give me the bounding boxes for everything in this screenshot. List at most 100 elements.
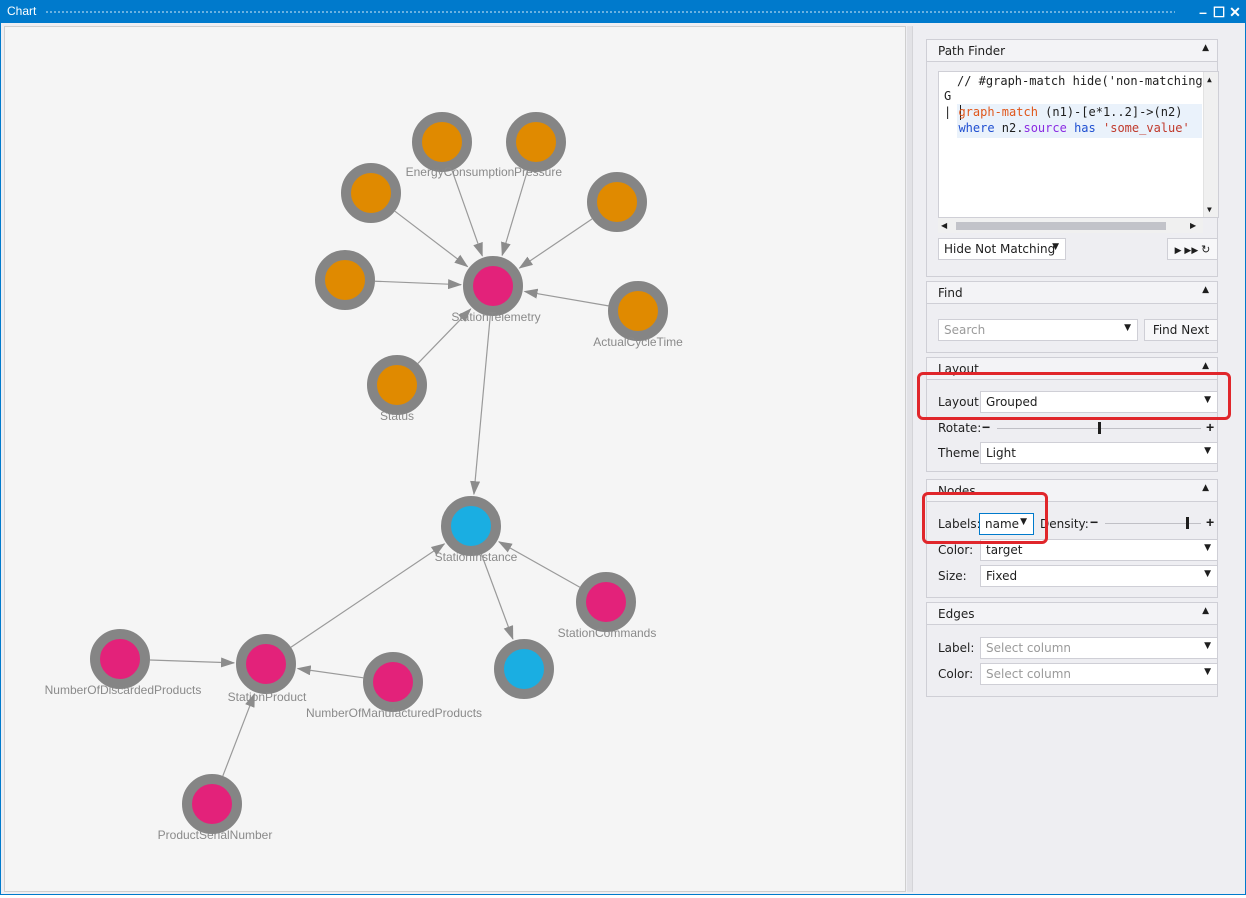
scroll-left-icon[interactable]: ◀ (941, 221, 947, 230)
horizontal-scrollbar[interactable]: ◀ ▶ (938, 218, 1203, 233)
scroll-right-icon[interactable]: ▶ (1190, 221, 1196, 230)
code-line: G (944, 89, 952, 103)
graph-node-inst[interactable]: StationInstance (435, 496, 518, 564)
node-circle[interactable] (463, 256, 523, 316)
graph-node-prod[interactable]: StationProduct (228, 634, 307, 704)
query-editor[interactable]: // #graph-match hide('non-matching G | g… (938, 71, 1219, 218)
code-line-pipe: | graph-match (n1)-[e*1..2]->(n2) (944, 105, 1182, 119)
graph-edge-cmd-inst[interactable] (498, 541, 581, 588)
graph-edge-ser-prod[interactable] (222, 692, 256, 777)
graph-node-o3[interactable] (315, 250, 375, 310)
node-circle[interactable] (494, 639, 554, 699)
graph-edge-tel-inst[interactable] (470, 315, 491, 496)
graph-node-act[interactable]: ActualCycleTime (593, 281, 683, 349)
match-mode-select[interactable]: Hide Not Matching ▼ (938, 238, 1066, 260)
rotate-plus-icon[interactable]: + (1206, 420, 1214, 434)
graph-node-pr[interactable]: Pressure (506, 112, 566, 179)
collapse-icon[interactable]: ▲ (1202, 361, 1209, 371)
node-circle[interactable] (182, 774, 242, 834)
graph-node-cmd[interactable]: StationCommands (558, 572, 657, 640)
graph-node-st[interactable]: Status (367, 355, 427, 423)
graph-edge-o2-tel[interactable] (518, 218, 593, 269)
edge-label-placeholder: Select column (986, 641, 1072, 655)
scroll-thumb[interactable] (956, 222, 1166, 230)
close-icon[interactable]: ✕ (1227, 3, 1243, 21)
edge-color-select[interactable]: Select column ▼ (980, 663, 1218, 685)
density-plus-icon[interactable]: + (1206, 515, 1214, 529)
title-bar[interactable]: Chart – ☐ ✕ (1, 1, 1245, 23)
node-circle[interactable] (441, 496, 501, 556)
refresh-icon[interactable]: ↻ (1201, 243, 1210, 256)
chevron-down-icon: ▼ (1204, 446, 1211, 456)
node-circle[interactable] (341, 163, 401, 223)
theme-label: Theme: (938, 446, 984, 460)
node-circle[interactable] (363, 652, 423, 712)
node-label: ProductSerialNumber (158, 828, 273, 842)
path-finder-header[interactable]: Path Finder ▲ (927, 40, 1217, 62)
code-token: 'some_value' (1103, 121, 1190, 135)
graph-edge-ec-tel[interactable] (451, 170, 483, 257)
collapse-icon[interactable]: ▲ (1202, 606, 1209, 616)
code-token: where (958, 121, 995, 135)
fast-forward-icon[interactable]: ▶▶ (1184, 246, 1198, 256)
scroll-up-icon[interactable]: ▲ (1207, 75, 1212, 84)
graph-edge-o3-tel[interactable] (374, 279, 463, 290)
graph-node-c2[interactable] (494, 639, 554, 699)
maximize-icon[interactable]: ☐ (1211, 3, 1227, 21)
graph-node-o1[interactable] (341, 163, 401, 223)
search-input[interactable]: Search ▼ (938, 319, 1138, 341)
node-label: Pressure (514, 165, 562, 179)
scroll-down-icon[interactable]: ▼ (1207, 205, 1212, 214)
graph-edge-o1-tel[interactable] (394, 210, 469, 268)
graph-edge-disc-prod[interactable] (149, 657, 236, 668)
density-slider-thumb[interactable] (1185, 517, 1189, 529)
edge-label-select[interactable]: Select column ▼ (980, 637, 1218, 659)
theme-select[interactable]: Light ▼ (980, 442, 1218, 464)
graph-edge-act-tel[interactable] (523, 288, 609, 307)
collapse-icon[interactable]: ▲ (1202, 285, 1209, 295)
chevron-down-icon: ▼ (1204, 667, 1211, 677)
find-header[interactable]: Find ▲ (927, 282, 1217, 304)
graph-svg[interactable]: EnergyConsumption Pressure ActualCycleTime… (5, 27, 907, 893)
graph-node-disc[interactable]: NumberOfDiscardedProducts (45, 629, 202, 697)
minimize-icon[interactable]: – (1195, 3, 1211, 21)
node-circle[interactable] (608, 281, 668, 341)
node-circle[interactable] (576, 572, 636, 632)
edges-header[interactable]: Edges ▲ (927, 603, 1217, 625)
node-label: StationInstance (435, 550, 518, 564)
chevron-down-icon: ▼ (1204, 569, 1211, 579)
node-size-select[interactable]: Fixed ▼ (980, 565, 1218, 587)
node-circle[interactable] (587, 172, 647, 232)
node-label: NumberOfDiscardedProducts (45, 683, 202, 697)
collapse-icon[interactable]: ▲ (1202, 43, 1209, 53)
graph-node-o2[interactable] (587, 172, 647, 232)
graph-canvas[interactable]: EnergyConsumption Pressure ActualCycleTime… (4, 26, 906, 892)
density-minus-icon[interactable]: − (1090, 515, 1098, 529)
node-circle[interactable] (90, 629, 150, 689)
rotate-slider-thumb[interactable] (1098, 422, 1101, 434)
graph-edge-inst-c2[interactable] (480, 553, 514, 640)
graph-node-ser[interactable]: ProductSerialNumber (158, 774, 273, 842)
code-line: // #graph-match hide('non-matching (957, 74, 1203, 88)
graph-edge-pr-tel[interactable] (501, 170, 528, 257)
graph-node-man[interactable]: NumberOfManufacturedProducts (306, 652, 482, 720)
graph-edge-man-prod[interactable] (296, 665, 364, 679)
graph-edge-prod-inst[interactable] (290, 543, 446, 648)
code-line-where: where n2.source has 'some_value' (944, 121, 1190, 135)
play-icon[interactable]: ▶ (1175, 246, 1182, 256)
node-circle[interactable] (315, 250, 375, 310)
node-circle[interactable] (367, 355, 427, 415)
rotate-minus-icon[interactable]: − (982, 420, 990, 434)
collapse-icon[interactable]: ▲ (1202, 483, 1209, 493)
node-circle[interactable] (236, 634, 296, 694)
node-circle[interactable] (506, 112, 566, 172)
chevron-down-icon[interactable]: ▼ (1124, 323, 1131, 333)
find-next-button[interactable]: Find Next (1144, 319, 1218, 341)
node-circle[interactable] (412, 112, 472, 172)
graph-node-ec[interactable]: EnergyConsumption (406, 112, 515, 179)
node-label: Status (380, 409, 414, 423)
playback-controls[interactable]: ▶ ▶▶ ↻ (1167, 238, 1218, 260)
vertical-scrollbar[interactable]: ▲ ▼ (1203, 72, 1218, 217)
code-token: n2. (994, 121, 1024, 135)
